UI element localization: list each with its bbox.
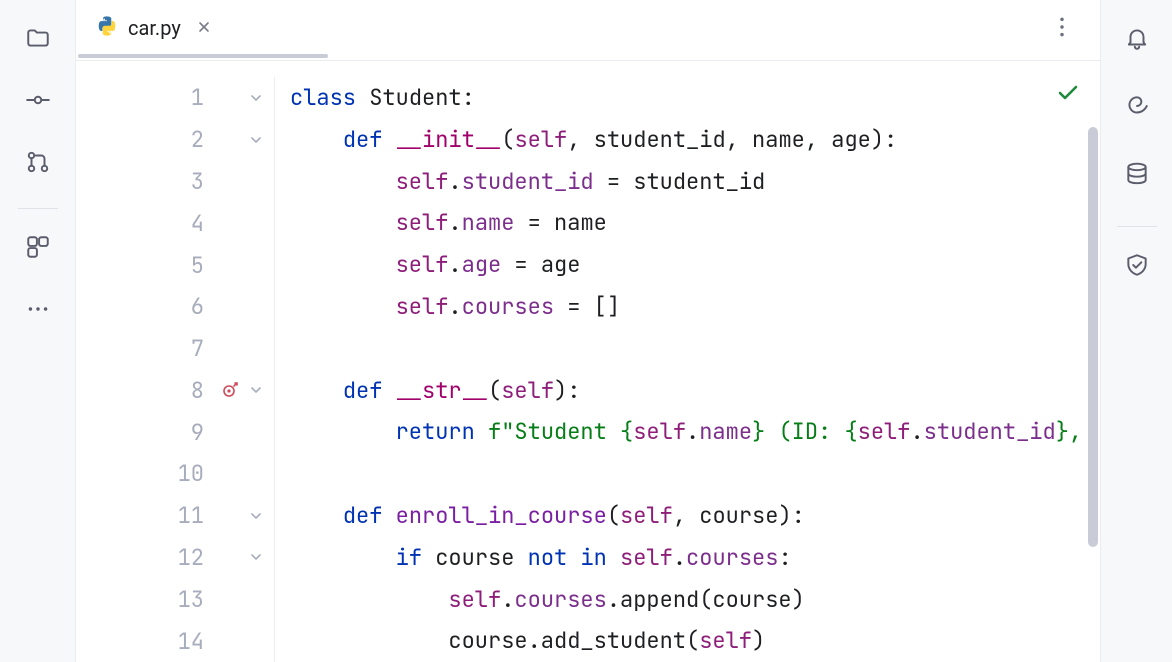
rail-separator xyxy=(1117,226,1157,227)
python-icon xyxy=(96,15,118,41)
database-tool-button[interactable] xyxy=(1117,154,1157,194)
checkmark-icon xyxy=(1056,81,1080,105)
fold-toggle[interactable] xyxy=(244,383,268,397)
code-editor[interactable]: class Student: def __init__(self, studen… xyxy=(290,61,1100,662)
structure-icon xyxy=(25,234,51,260)
line-number: 13 xyxy=(76,585,216,614)
commit-icon xyxy=(25,87,51,113)
target-arrow-icon[interactable] xyxy=(216,380,244,400)
more-icon xyxy=(25,296,51,322)
chevron-down-icon xyxy=(249,550,263,564)
chevron-down-icon xyxy=(249,509,263,523)
fold-toggle[interactable] xyxy=(244,509,268,523)
tab-scroll-indicator xyxy=(78,54,328,58)
chevron-down-icon xyxy=(249,133,263,147)
code-content[interactable]: class Student: def __init__(self, studen… xyxy=(290,77,1100,662)
fold-toggle[interactable] xyxy=(244,91,268,105)
chevron-down-icon xyxy=(249,383,263,397)
bell-icon xyxy=(1124,25,1150,51)
more-tool-button[interactable] xyxy=(18,289,58,329)
pull-requests-tool-button[interactable] xyxy=(18,142,58,182)
editor-tabbar: car.py xyxy=(76,0,1042,54)
tab-more-button[interactable] xyxy=(1042,7,1082,47)
right-tool-rail xyxy=(1100,0,1172,662)
problems-shield-button[interactable] xyxy=(1117,245,1157,285)
project-tool-button[interactable] xyxy=(18,18,58,58)
spiral-icon xyxy=(1124,93,1150,119)
tab-label: car.py xyxy=(128,16,181,40)
line-number: 14 xyxy=(76,627,216,656)
line-number: 11 xyxy=(76,501,216,530)
tab-close-button[interactable] xyxy=(191,18,217,39)
line-number: 10 xyxy=(76,459,216,488)
database-icon xyxy=(1124,161,1150,187)
folder-icon xyxy=(25,25,51,51)
fold-toggle[interactable] xyxy=(244,133,268,147)
notifications-button[interactable] xyxy=(1117,18,1157,58)
line-number: 7 xyxy=(76,334,216,363)
editor-gutter: 1 2 3 4 5 6 7 8 9 10 11 12 13 14 xyxy=(76,61,290,662)
vertical-dots-icon xyxy=(1049,14,1075,40)
line-number: 2 xyxy=(76,125,216,154)
shield-check-icon xyxy=(1124,252,1150,278)
rail-separator xyxy=(18,208,58,209)
line-number: 12 xyxy=(76,543,216,572)
close-icon xyxy=(197,20,211,34)
analysis-status-ok[interactable] xyxy=(1056,81,1080,109)
vertical-scrollbar[interactable] xyxy=(1088,127,1098,547)
structure-tool-button[interactable] xyxy=(18,227,58,267)
line-number: 3 xyxy=(76,167,216,196)
left-tool-rail xyxy=(0,0,76,662)
line-number: 6 xyxy=(76,292,216,321)
chevron-down-icon xyxy=(249,91,263,105)
line-number: 8 xyxy=(76,376,216,405)
ai-assistant-button[interactable] xyxy=(1117,86,1157,126)
line-number: 5 xyxy=(76,251,216,280)
line-number: 4 xyxy=(76,209,216,238)
commit-tool-button[interactable] xyxy=(18,80,58,120)
pull-requests-icon xyxy=(25,149,51,175)
line-number: 1 xyxy=(76,83,216,112)
editor-tab-car-py[interactable]: car.py xyxy=(76,0,227,54)
editor-area[interactable]: 1 2 3 4 5 6 7 8 9 10 11 12 13 14 class S… xyxy=(76,60,1100,662)
line-number: 9 xyxy=(76,418,216,447)
fold-toggle[interactable] xyxy=(244,550,268,564)
